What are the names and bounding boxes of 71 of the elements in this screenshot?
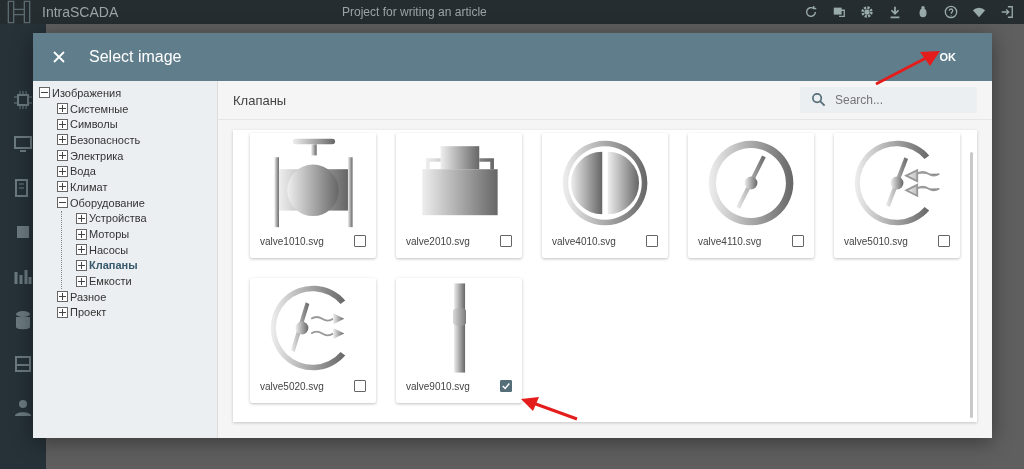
checkbox[interactable]	[500, 235, 512, 247]
image-card[interactable]: valve4110.svg	[688, 133, 814, 258]
tree-item[interactable]: Изображения	[39, 85, 122, 101]
drawer-icon[interactable]	[13, 354, 33, 374]
toggle-icon[interactable]	[76, 275, 87, 287]
folder-title: Клапаны	[233, 92, 287, 108]
file-name: valve5020.svg	[260, 380, 324, 392]
refresh-icon[interactable]	[804, 5, 818, 19]
file-name: valve4110.svg	[698, 235, 762, 247]
help-icon[interactable]	[944, 5, 958, 19]
file-name: valve2010.svg	[406, 235, 470, 247]
file-name: valve9010.svg	[406, 380, 470, 392]
tree-item[interactable]: Оборудование	[57, 194, 145, 211]
tree-item[interactable]: Климат	[57, 179, 108, 195]
tree-item[interactable]: Моторы	[76, 226, 130, 242]
tree-item[interactable]: Вода	[57, 163, 96, 180]
image-card[interactable]: valve2010.svg	[396, 133, 522, 258]
image-card[interactable]: valve1010.svg	[250, 133, 376, 258]
tree-item[interactable]: Системные	[57, 100, 129, 117]
settings-icon[interactable]	[860, 5, 874, 19]
monitor-icon[interactable]	[13, 134, 33, 154]
tree-item[interactable]: Насосы	[76, 241, 129, 258]
project-title: Project for writing an article	[342, 5, 488, 19]
checkbox[interactable]	[646, 235, 658, 247]
image-card[interactable]: valve4010.svg	[542, 133, 668, 258]
wifi-icon[interactable]	[972, 5, 986, 19]
ok-button[interactable]: OK	[929, 43, 966, 71]
logout-icon[interactable]	[1000, 5, 1014, 19]
scrollbar[interactable]	[970, 152, 973, 418]
toggle-icon[interactable]	[57, 150, 68, 162]
dialog-title: Select image	[89, 48, 183, 66]
toggle-icon[interactable]	[57, 291, 68, 303]
tree-item[interactable]: Безопасность	[57, 132, 141, 148]
tree-item[interactable]: Устройства	[76, 210, 147, 227]
image-card[interactable]: valve9010.svg	[396, 278, 522, 403]
valve-icon	[452, 282, 466, 374]
toggle-icon[interactable]	[57, 165, 68, 177]
checkbox[interactable]	[354, 380, 366, 392]
image-card[interactable]: valve5010.svg	[834, 133, 960, 258]
tree-item[interactable]: Емкости	[76, 273, 132, 289]
toggle-icon[interactable]	[57, 134, 68, 146]
toggle-icon[interactable]	[76, 244, 87, 256]
tree-item[interactable]: Электрика	[57, 147, 124, 164]
monitor-icon[interactable]	[832, 5, 846, 19]
file-name: valve5010.svg	[844, 235, 908, 247]
checkbox[interactable]	[500, 380, 512, 392]
toggle-icon[interactable]	[57, 118, 68, 130]
app-title: IntraSCADA	[42, 4, 120, 20]
image-card[interactable]: valve5020.svg	[250, 278, 376, 403]
tree-item[interactable]: Клапаны	[76, 257, 138, 274]
tree-item[interactable]: Символы	[57, 116, 118, 133]
tree-item[interactable]: Проект	[57, 304, 107, 321]
checkbox[interactable]	[354, 235, 366, 247]
file-name: valve4010.svg	[552, 235, 616, 247]
download-icon[interactable]	[888, 5, 902, 19]
file-name: valve1010.svg	[260, 235, 324, 247]
toggle-icon[interactable]	[57, 181, 68, 193]
search-field[interactable]: Search...	[800, 87, 977, 113]
toggle-icon[interactable]	[57, 103, 68, 115]
toggle-icon[interactable]	[76, 212, 87, 224]
toggle-icon[interactable]	[57, 306, 68, 318]
toggle-icon[interactable]	[39, 87, 50, 99]
toggle-icon[interactable]	[57, 197, 68, 209]
database-icon[interactable]	[13, 310, 33, 330]
toggle-icon[interactable]	[76, 259, 87, 271]
user-icon[interactable]	[13, 398, 33, 418]
checkbox[interactable]	[792, 235, 804, 247]
tree-item[interactable]: Разное	[57, 288, 107, 305]
checkbox[interactable]	[938, 235, 950, 247]
search-icon	[811, 92, 826, 107]
toggle-icon[interactable]	[76, 228, 87, 240]
